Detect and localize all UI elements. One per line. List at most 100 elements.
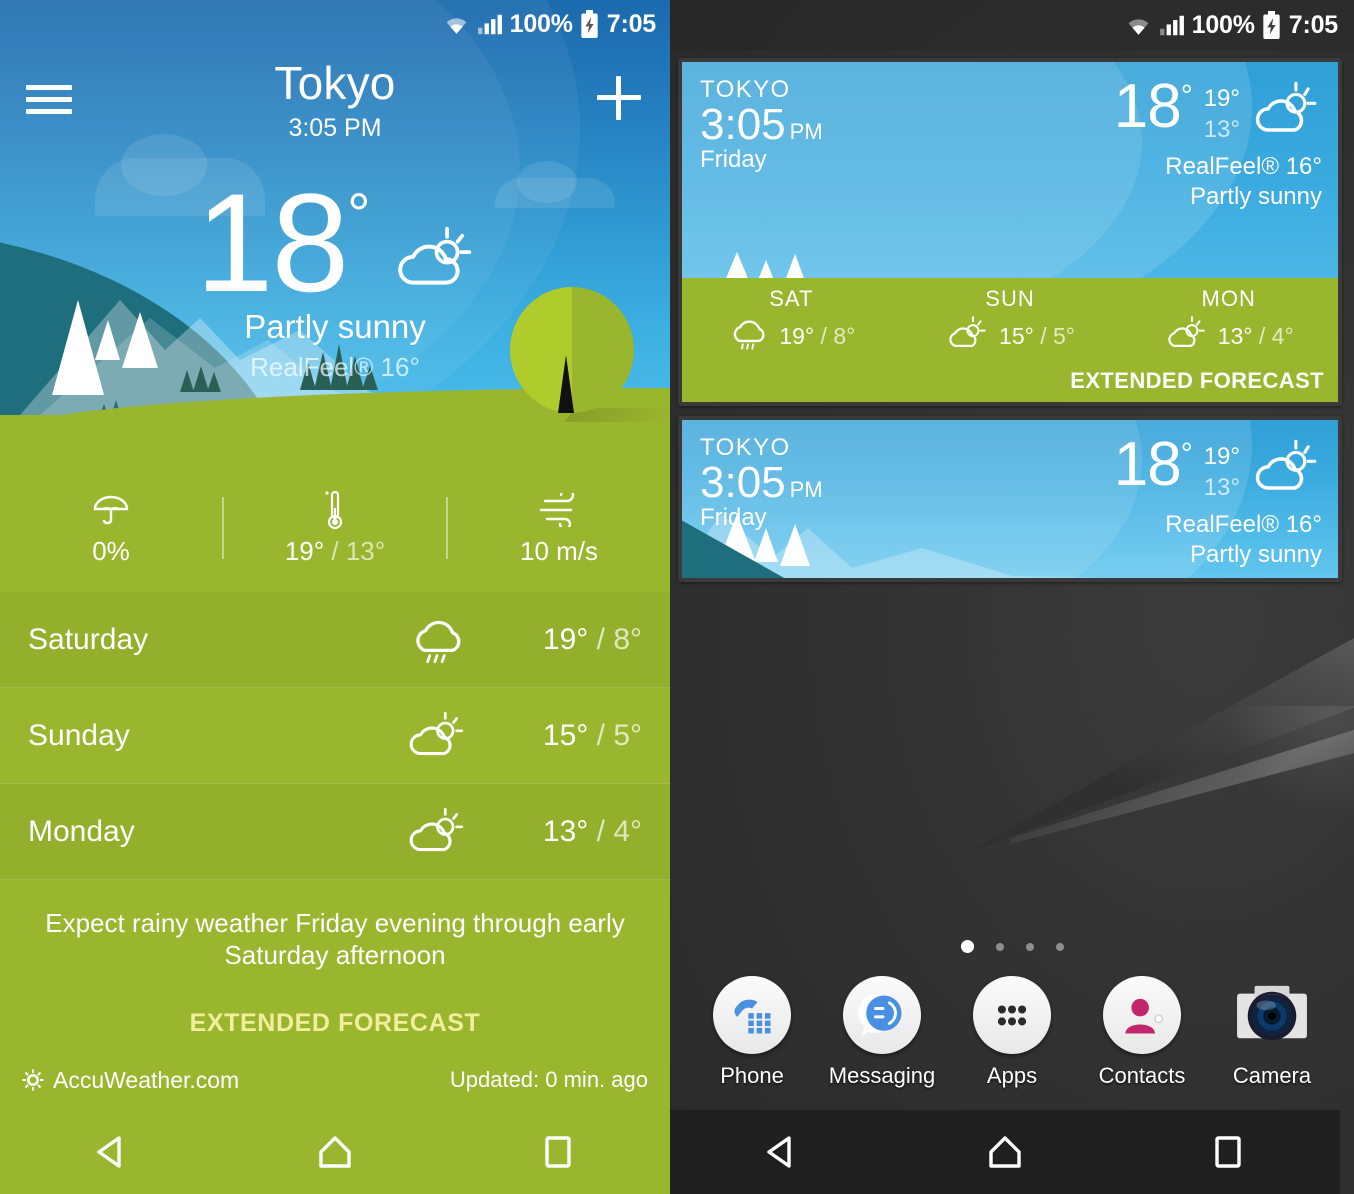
wallpaper-blade-glow [1100, 706, 1354, 826]
widget-time-value: 3:05 [700, 100, 786, 149]
precipitation-value: 0% [92, 536, 130, 566]
apps-grid-icon [972, 975, 1052, 1055]
widget-ampm: PM [789, 477, 823, 502]
widget-day-label: Friday [700, 146, 767, 174]
forecast-day-label: Sunday [28, 718, 130, 752]
dock-label: Phone [720, 1063, 784, 1088]
home-pentagon-icon[interactable] [970, 1122, 1040, 1182]
widget-current-block-small: 18° 19° 13° RealFeel® 16° Partly sunny [1114, 434, 1322, 569]
weather-widget-large[interactable]: TOKYO 3:05 PM Friday 18° 19° 13° RealFee… [678, 58, 1342, 406]
widget-high-low: 19° 13° [1204, 436, 1240, 503]
forecast-row-sunday[interactable]: Sunday 15° / 5° [0, 688, 670, 784]
weather-summary-text: Expect rainy weather Friday evening thro… [45, 908, 625, 970]
back-triangle-icon[interactable] [77, 1122, 147, 1182]
widget-high-low: 19° 13° [1204, 78, 1240, 145]
widget-forecast-low: 5° [1052, 323, 1075, 349]
widget-degree: ° [1180, 437, 1193, 471]
rain-icon [727, 315, 769, 358]
system-nav-bar-left [0, 1110, 670, 1194]
widget-degree: ° [1180, 79, 1193, 113]
widget-forecast-line: 15° / 5° [901, 315, 1120, 358]
dock-item-camera[interactable]: Camera [1218, 975, 1326, 1089]
battery-percent-label: 100% [1191, 10, 1255, 39]
signal-bars-icon [477, 14, 503, 35]
widget-ampm: PM [789, 119, 823, 144]
page-dot-active[interactable] [960, 940, 974, 953]
stat-precipitation[interactable]: 0% [0, 488, 222, 567]
plus-icon[interactable] [594, 72, 646, 124]
forecast-high: 13° [542, 814, 589, 848]
stats-row: 0% 19° / 13° 10 m/s [0, 470, 670, 585]
clock-label: 7:05 [1288, 10, 1338, 39]
current-condition: Partly sunny [244, 308, 426, 345]
widget-forecast-day: SUN [985, 286, 1035, 311]
status-bar-left: 100% 7:05 [0, 0, 670, 48]
page-dot[interactable] [995, 942, 1004, 951]
updated-label: Updated: 0 min. ago [449, 1067, 648, 1092]
forecast-sep: / [588, 718, 614, 752]
stat-wind[interactable]: 10 m/s [448, 488, 670, 567]
thermometer-icon [322, 488, 348, 532]
wifi-icon [1125, 15, 1152, 36]
widget-current-block-large: 18° 19° 13° RealFeel® 16° Partly sunny [1114, 76, 1322, 211]
widget-forecast-temps: 15° / 5° [999, 323, 1075, 350]
widget-temperature-row: 18° 19° 13° [1114, 76, 1322, 145]
partly-sunny-icon [945, 315, 989, 358]
weather-widget-small[interactable]: TOKYO 3:05 PM Friday 18° 19° 13° RealFee… [678, 416, 1342, 582]
brand-label: AccuWeather.com [53, 1066, 240, 1093]
forecast-temps: 19° / 8° [482, 623, 642, 657]
widget-forecast-high: 15° [999, 323, 1034, 349]
forecast-high: 15° [542, 718, 589, 752]
widget-forecast-sat[interactable]: SAT 19° / 8° [682, 286, 901, 358]
page-indicator-dots [670, 940, 1354, 953]
rain-icon [392, 613, 482, 667]
widget-condition: Partly sunny [1189, 183, 1322, 211]
widget-temperature-row: 18° 19° 13° [1114, 434, 1322, 503]
back-triangle-icon[interactable] [747, 1122, 817, 1182]
accuweather-sun-icon [22, 1069, 44, 1091]
page-dot[interactable] [1025, 942, 1034, 951]
widget-forecast-temps: 13° / 4° [1218, 323, 1294, 350]
widget-header-large: TOKYO 3:05 PM Friday [700, 76, 823, 174]
stat-low: 13° [345, 536, 386, 566]
widget-forecast-sun[interactable]: SUN 15° / 5° [901, 286, 1120, 358]
widget-temperature-value: 18 [1113, 430, 1182, 499]
recents-square-icon[interactable] [523, 1122, 593, 1182]
page-dot[interactable] [1055, 942, 1064, 951]
app-footer: AccuWeather.com Updated: 0 min. ago [0, 1050, 670, 1110]
widget-temperature-value: 18 [1113, 72, 1182, 141]
extended-forecast-link[interactable]: EXTENDED FORECAST [40, 1009, 630, 1038]
dock-item-apps[interactable]: Apps [958, 975, 1066, 1089]
forecast-row-monday[interactable]: Monday 13° / 4° [0, 784, 670, 880]
stat-high-low-temperature[interactable]: 19° / 13° [224, 488, 446, 567]
widget-forecast-mon[interactable]: MON 13° / 4° [1119, 286, 1338, 358]
widget-forecast-low: 8° [833, 323, 856, 349]
widget-forecast-day: MON [1201, 286, 1256, 311]
temperature-degree-symbol: ° [347, 182, 371, 247]
battery-percent-label: 100% [509, 9, 573, 38]
dock-item-contacts[interactable]: Contacts [1088, 975, 1196, 1089]
widget-forecast-columns: SAT 19° / 8° SUN 15° / 5° MON 13° / 4° [682, 278, 1338, 358]
partly-sunny-icon [392, 224, 474, 297]
widget-header-small: TOKYO 3:05 PM Friday [700, 434, 823, 532]
recents-square-icon[interactable] [1193, 1122, 1263, 1182]
widget-extended-forecast-link[interactable]: EXTENDED FORECAST [1070, 368, 1324, 394]
dock-item-phone[interactable]: Phone [698, 975, 806, 1089]
accuweather-brand[interactable]: AccuWeather.com [22, 1067, 239, 1094]
widget-day-label: Friday [700, 504, 767, 532]
forecast-low: 8° [613, 622, 642, 656]
partly-sunny-icon [392, 805, 482, 859]
signal-bars-icon [1159, 15, 1185, 36]
forecast-sep: / [588, 622, 614, 656]
widget-forecast-high: 19° [779, 323, 815, 349]
home-pentagon-icon[interactable] [300, 1122, 370, 1182]
hamburger-menu-icon[interactable] [24, 72, 76, 124]
stat-sep: / [324, 536, 346, 566]
status-bar-right: 100% 7:05 [670, 0, 1354, 50]
forecast-row-saturday[interactable]: Saturday 19° / 8° [0, 592, 670, 688]
dock-item-messaging[interactable]: Messaging [828, 975, 936, 1089]
hero-temperature-row: 18 ° [0, 172, 670, 313]
wind-value: 10 m/s [519, 536, 599, 566]
battery-charging-icon [580, 10, 600, 38]
app-header: Tokyo 3:05 PM [0, 57, 670, 143]
